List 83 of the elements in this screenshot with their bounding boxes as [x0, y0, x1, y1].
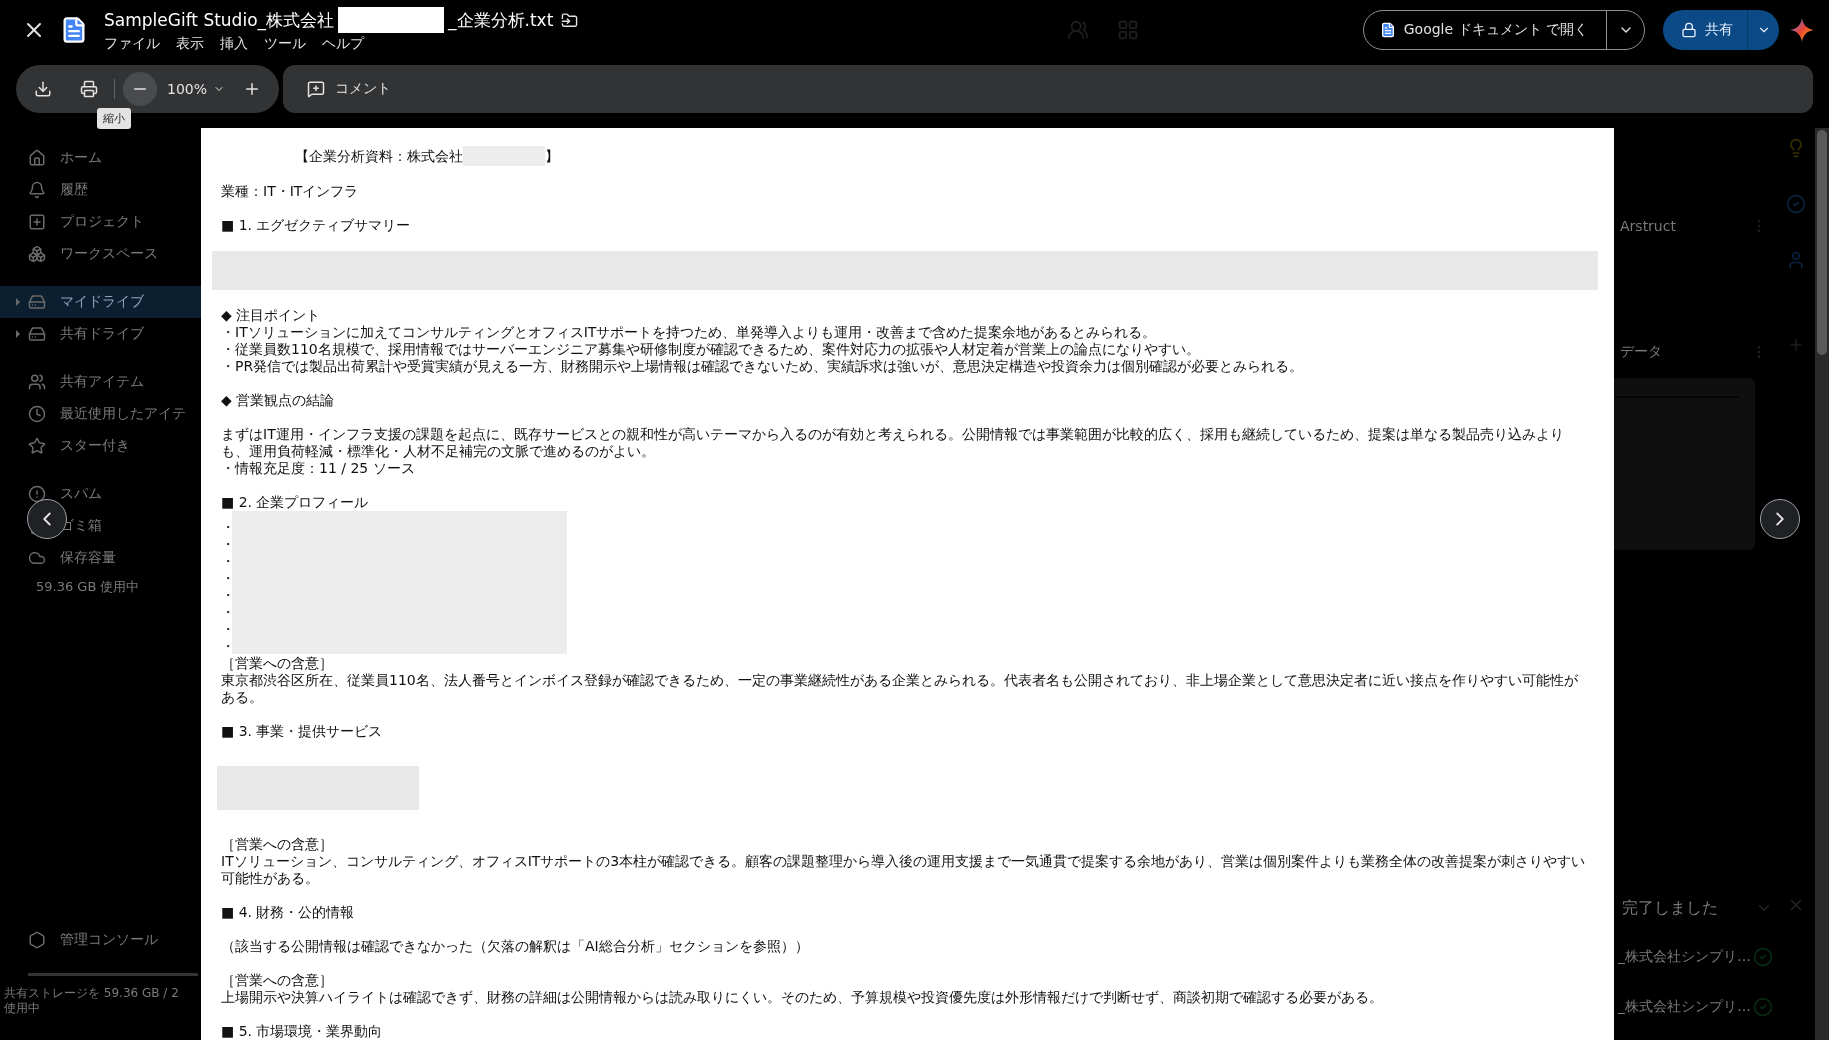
document-line: ■ 3. 事業・提供サービス: [221, 723, 384, 741]
menu-item[interactable]: 挿入: [220, 35, 248, 53]
sidebar-item[interactable]: ホーム: [0, 142, 201, 174]
hexagon-icon: [28, 931, 46, 949]
file-name: SampleGift Studio_株式会社: [104, 8, 335, 32]
document-line: ［営業への含意］: [221, 655, 334, 673]
sidebar-item[interactable]: スター付き: [0, 430, 201, 462]
menu-item[interactable]: ファイル: [104, 35, 160, 53]
people-icon: [28, 373, 46, 391]
drive-icon: [28, 293, 46, 311]
bullet: ・: [221, 553, 232, 571]
storage-usage: 59.36 GB 使用中: [35, 578, 141, 596]
sidebar-item[interactable]: 保存容量: [0, 542, 201, 574]
document-line: 上場開示や決算ハイライトは確認できず、財務の詳細は公開情報からは読み取りにくい。そのため、予算規模や投資優先度は外形情報だけで判断せず、商談初期で確認する必要がある。: [221, 989, 1384, 1006]
card-title: Arstruct: [1620, 218, 1676, 234]
lock-icon: [1681, 22, 1697, 38]
document-line: ITソリューション、コンサルティング、オフィスITサポートの3本柱が確認できる。顧客の課題整理から導入後の運用支援まで一気通貫で提案する余地があり、営業は個別案件よりも業務全体の改善提案が刺さりやすい可能性がある。: [221, 853, 1587, 887]
upload-name: _株式会社シンプリ…: [1618, 998, 1751, 1016]
document-title: 【企業分析資料：株式会社: [295, 147, 463, 165]
add-box-icon: [28, 213, 46, 231]
sidebar-item[interactable]: 履歴: [0, 174, 201, 206]
document-line: ■ 2. 企業プロフィール: [221, 494, 370, 512]
folder-icon: [561, 11, 579, 29]
bullet: ・: [221, 519, 232, 537]
bullet: ・: [221, 638, 232, 656]
sidebar-item[interactable]: 共有アイテム: [0, 366, 201, 398]
file-name: _企業分析.txt: [448, 8, 554, 32]
drive-icon: [28, 325, 46, 343]
shared-storage-text: 共有ストレージを 59.36 GB / 2 使用中: [3, 986, 180, 1016]
document-line: ・従業員数110名規模で、採用情報ではサーバーエンジニア募集や研修制度が確認できるため、案件対応力の拡張や人材定着が営業上の論点になりやすい。: [221, 341, 1201, 359]
document-line: ■ 4. 財務・公的情報: [221, 904, 356, 921]
document-line: （該当する公開情報は確認できなかった（欠落の解釈は「AI総合分析」セクションを参照））: [221, 938, 810, 955]
document-icon: [1379, 22, 1396, 38]
clock-icon: [28, 405, 46, 423]
document-line: ・PR発信では製品出荷累計や受賞実績が見える一方、財務開示や上場情報は確認できないため、実績訴求は強いが、意思決定構造や投資余力は個別確認が必要とみられる。: [221, 358, 1305, 376]
sidebar-item[interactable]: 最近使用したアイテ: [0, 398, 201, 430]
document-line: ［営業への含意］: [221, 836, 334, 853]
alert-icon: [28, 485, 46, 503]
sidebar-item[interactable]: プロジェクト: [0, 206, 201, 238]
upload-name: _株式会社シンプリ…: [1618, 948, 1751, 966]
bullet: ・: [221, 587, 232, 605]
admin-console-link[interactable]: 管理コンソール: [0, 931, 201, 949]
document-line: まずはIT運用・インフラ支援の課題を起点に、既存サービスとの親和性が高いテーマから入るのが有効と考えられる。公開情報では事業範囲が比較的広く、採用も継続しているため、提案は単なる製品売り込みよりも、運用負荷軽減・標準化・人材不足補完の文脈で進めるのがよい。: [221, 426, 1565, 461]
menu-item[interactable]: 表示: [176, 35, 204, 53]
document-line: ■ 5. 市場環境・業界動向: [221, 1023, 384, 1040]
sidebar-item[interactable]: 共有ドライブ: [0, 318, 201, 350]
people-icon: [1066, 19, 1089, 41]
sidebar-item[interactable]: マイドライブ: [0, 286, 201, 318]
document-line: ◆ 営業観点の結論: [221, 392, 336, 410]
zoom-select[interactable]: 100%: [161, 81, 232, 97]
document-line: ・ITソリューションに加えてコンサルティングとオフィスITサポートを持つため、単発導入よりも運用・改善まで含めた提案余地があるとみられる。: [221, 324, 1158, 342]
bullet: ・: [221, 570, 232, 588]
sidebar-item[interactable]: ワークスペース: [0, 238, 201, 270]
sidebar-item[interactable]: スパム: [0, 478, 201, 510]
check-icon: [1786, 194, 1806, 214]
sparkle-icon[interactable]: [1789, 17, 1815, 43]
add-comment-button[interactable]: コメント: [301, 79, 398, 99]
document-line: ・情報充足度：11 / 25 ソース: [221, 460, 416, 478]
scrollbar[interactable]: [1815, 128, 1829, 1040]
card-title: データ: [1620, 343, 1662, 361]
upload-status: 完了しました: [1622, 897, 1718, 919]
bell-icon: [28, 181, 46, 199]
person-icon: [1786, 250, 1806, 270]
zoom-out-icon[interactable]: [123, 72, 157, 106]
home-icon: [28, 149, 46, 167]
grid-icon: [1116, 19, 1139, 41]
cloud-icon: [28, 549, 46, 567]
bullet: ・: [221, 604, 232, 622]
menu-item[interactable]: ヘルプ: [322, 35, 364, 53]
bullet: ・: [221, 621, 232, 639]
document-line: 業種：IT・ITインフラ: [221, 183, 360, 200]
plus-icon: [1787, 336, 1805, 354]
tooltip: 縮小: [97, 108, 131, 129]
document-line: ◆ 注目ポイント: [221, 307, 322, 325]
next-icon[interactable]: [1760, 499, 1800, 539]
bullet: ・: [221, 536, 232, 554]
document-line: ■ 1. エグゼクティブサマリー: [221, 217, 412, 234]
star-icon: [28, 437, 46, 455]
document-line: 東京都渋谷区所在、従業員110名、法人番号とインボイス登録が確認できるため、一定の事業継続性がある企業とみられる。代表者名も公開されており、非上場企業として意思決定者に近い接点を作りやすい可能性がある。: [221, 672, 1579, 707]
add-comment-icon: [307, 80, 326, 98]
document-title: 】: [545, 147, 559, 165]
menu-item[interactable]: ツール: [264, 35, 306, 53]
document-line: ［営業への含意］: [221, 972, 334, 989]
